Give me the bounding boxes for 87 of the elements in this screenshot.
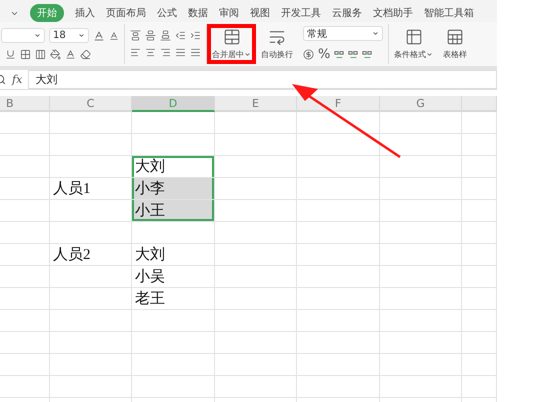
table-cell: 大刘 bbox=[132, 244, 215, 266]
number-format-dropdown[interactable]: 常规 bbox=[303, 26, 383, 41]
ribbon-tab[interactable]: 页面布局 bbox=[106, 4, 146, 22]
caret-icon bbox=[426, 51, 433, 58]
table-icon bbox=[446, 28, 464, 46]
column-header[interactable]: G bbox=[380, 96, 462, 112]
table-cell: 小李 bbox=[132, 178, 215, 200]
increase-decimal-icon[interactable] bbox=[348, 50, 358, 60]
table-cell: 人员2 bbox=[50, 244, 132, 266]
table-cell bbox=[462, 156, 497, 178]
fill-color-icon[interactable] bbox=[50, 49, 61, 60]
font-size-dropdown[interactable]: 18 bbox=[49, 28, 89, 43]
table-cell bbox=[0, 244, 50, 266]
indent-decrease-icon[interactable] bbox=[175, 30, 186, 41]
table-cell: 小吴 bbox=[132, 266, 215, 288]
shrink-font-icon[interactable] bbox=[109, 30, 119, 40]
table-cell bbox=[0, 134, 50, 156]
underline-icon[interactable] bbox=[5, 49, 16, 60]
table-cell bbox=[462, 222, 497, 244]
align-right-icon[interactable] bbox=[160, 47, 171, 58]
table-cell bbox=[462, 112, 497, 134]
thousands-icon[interactable] bbox=[334, 50, 344, 60]
table-cell bbox=[0, 156, 50, 178]
wrap-button[interactable]: 自动换行 bbox=[256, 24, 298, 64]
ribbon-tab[interactable]: 开发工具 bbox=[281, 4, 321, 22]
table-cell bbox=[0, 310, 50, 332]
ribbon-tab[interactable]: 文档助手 bbox=[373, 4, 413, 22]
column-header[interactable]: B bbox=[0, 96, 50, 112]
table-cell: 老王 bbox=[132, 288, 215, 310]
caret-icon bbox=[372, 30, 379, 37]
formula-field[interactable]: 大刘 bbox=[28, 70, 497, 89]
cell-style-icon[interactable] bbox=[35, 49, 46, 60]
table-cell bbox=[462, 332, 497, 354]
ribbon-tab[interactable]: 审阅 bbox=[219, 4, 239, 22]
align-left-icon[interactable] bbox=[130, 47, 141, 58]
ribbon-tab[interactable]: 数据 bbox=[188, 4, 208, 22]
conditional-button[interactable]: 条件格式 bbox=[389, 24, 438, 64]
merge-button[interactable]: 合并居中 bbox=[207, 24, 256, 64]
table-cell bbox=[462, 244, 497, 266]
table-cell bbox=[0, 354, 50, 376]
column-header[interactable]: F bbox=[297, 96, 380, 112]
table-cell bbox=[0, 376, 50, 398]
table-cell bbox=[0, 332, 50, 354]
table-cell bbox=[462, 354, 497, 376]
percent-button[interactable]: % bbox=[318, 47, 330, 62]
table-cell bbox=[0, 288, 50, 310]
caret-icon bbox=[34, 32, 41, 39]
border-icon[interactable] bbox=[20, 49, 31, 60]
table-cell bbox=[462, 200, 497, 222]
table-button[interactable]: 表格样 bbox=[438, 24, 472, 64]
align-top-icon[interactable] bbox=[130, 30, 141, 41]
ribbon-tab[interactable]: 智能工具箱 bbox=[424, 4, 474, 22]
ribbon-tab[interactable]: 公式 bbox=[157, 4, 177, 22]
eraser-icon[interactable] bbox=[80, 49, 91, 60]
justify-icon[interactable] bbox=[175, 47, 186, 58]
conditional-format-icon bbox=[404, 28, 422, 46]
table-cell bbox=[462, 288, 497, 310]
column-header[interactable]: C bbox=[50, 96, 132, 112]
align-bottom-icon[interactable] bbox=[160, 30, 171, 41]
align-middle-icon[interactable] bbox=[145, 30, 156, 41]
caret-icon bbox=[244, 51, 251, 58]
table-cell: 大刘 bbox=[132, 156, 215, 178]
table-cell: 小王 bbox=[132, 200, 215, 222]
column-header[interactable]: E bbox=[215, 96, 297, 112]
grow-font-icon[interactable] bbox=[93, 30, 105, 42]
table-cell bbox=[462, 376, 497, 398]
ribbon-tab[interactable]: 插入 bbox=[75, 4, 95, 22]
table-cell bbox=[0, 178, 50, 200]
table-cell bbox=[0, 112, 50, 134]
table-cell bbox=[462, 310, 497, 332]
merge-cells-icon bbox=[222, 28, 240, 46]
align-center-icon[interactable] bbox=[145, 47, 156, 58]
distribute-icon[interactable] bbox=[190, 47, 201, 58]
font-color-icon[interactable] bbox=[65, 49, 76, 60]
caret-icon bbox=[78, 32, 85, 39]
ribbon-tab[interactable]: 云服务 bbox=[332, 4, 362, 22]
indent-increase-icon[interactable] bbox=[190, 30, 201, 41]
decrease-decimal-icon[interactable] bbox=[362, 50, 372, 60]
table-cell bbox=[0, 200, 50, 222]
table-cell bbox=[462, 178, 497, 200]
table-cell bbox=[462, 134, 497, 156]
table-cell bbox=[0, 222, 50, 244]
currency-icon[interactable] bbox=[303, 49, 314, 60]
ribbon-tab[interactable]: 视图 bbox=[250, 4, 270, 22]
table-cell bbox=[0, 266, 50, 288]
table-cell bbox=[462, 266, 497, 288]
function-label[interactable]: fx bbox=[12, 73, 22, 86]
